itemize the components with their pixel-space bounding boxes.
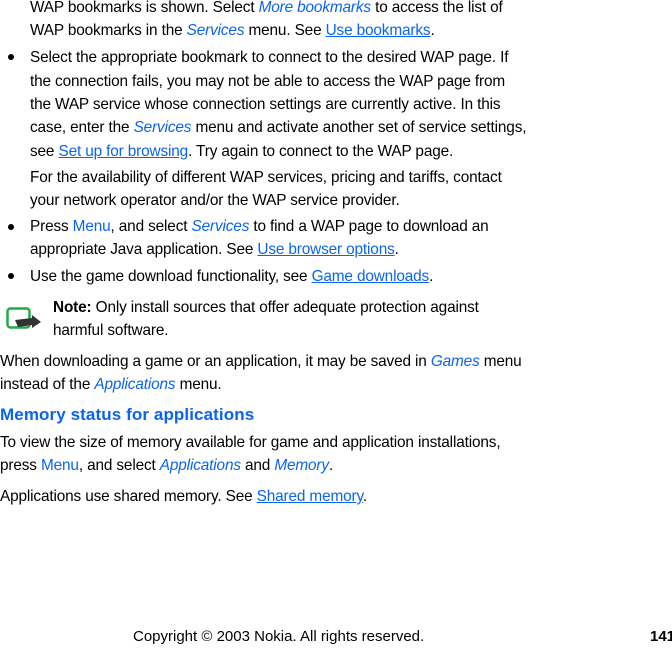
menu-option-games: Games — [430, 353, 480, 370]
link-use-bookmarks[interactable]: Use bookmarks — [326, 22, 431, 39]
menu-option-memory: Memory — [274, 457, 329, 474]
bullet-line: see Set up for browsing. Try again to co… — [30, 143, 454, 160]
paragraph-line: To view the size of memory available for… — [0, 434, 501, 451]
bullet-line: case, enter the Services menu and activa… — [30, 119, 527, 136]
bullet-subparagraph-line: For the availability of different WAP se… — [30, 169, 502, 186]
link-shared-memory[interactable]: Shared memory — [257, 488, 363, 505]
bullet-line: the connection fails, you may not be abl… — [30, 73, 506, 90]
paragraph-line: WAP bookmarks in the Services menu. See … — [30, 22, 435, 39]
menu-option-services: Services — [133, 119, 192, 136]
softkey-menu: Menu — [40, 457, 79, 474]
link-set-up-for-browsing[interactable]: Set up for browsing — [58, 143, 188, 160]
section-heading: Memory status for applications — [0, 405, 255, 424]
paragraph-line: When downloading a game or an applicatio… — [0, 353, 522, 370]
paragraph-line: press Menu, and select Applications and … — [0, 457, 334, 474]
bullet-line: appropriate Java application. See Use br… — [30, 241, 399, 258]
menu-option-more-bookmarks: More bookmarks — [258, 0, 372, 16]
page-number: 141 — [650, 628, 672, 645]
link-game-downloads[interactable]: Game downloads — [312, 268, 430, 285]
bullet-line: the WAP service whose connection setting… — [30, 96, 501, 113]
note-line: harmful software. — [53, 322, 169, 339]
bullet-line: Press Menu, and select Services to find … — [30, 218, 489, 235]
bullet-dot — [8, 54, 14, 60]
menu-option-applications: Applications — [159, 457, 241, 474]
menu-option-services: Services — [191, 218, 250, 235]
menu-option-services: Services — [186, 22, 245, 39]
note-label: Note: — [53, 299, 92, 316]
bullet-dot — [8, 224, 14, 230]
paragraph-line: WAP bookmarks is shown. Select More book… — [30, 0, 503, 16]
bullet-line: Select the appropriate bookmark to conne… — [30, 49, 509, 66]
manual-page: WAP bookmarks is shown. Select More book… — [0, 0, 672, 649]
note-icon — [6, 307, 41, 329]
note-line: Note: Only install sources that offer ad… — [53, 299, 479, 316]
paragraph-line: instead of the Applications menu. — [0, 376, 222, 393]
bullet-line: Use the game download functionality, see… — [30, 268, 434, 285]
link-use-browser-options[interactable]: Use browser options — [257, 241, 394, 258]
softkey-menu: Menu — [72, 218, 111, 235]
menu-option-applications: Applications — [94, 376, 176, 393]
paragraph-line: Applications use shared memory. See Shar… — [0, 488, 368, 505]
bullet-subparagraph-line: your network operator and/or the WAP ser… — [30, 192, 400, 209]
footer-copyright: Copyright © 2003 Nokia. All rights reser… — [133, 628, 425, 645]
bullet-dot — [8, 273, 14, 279]
